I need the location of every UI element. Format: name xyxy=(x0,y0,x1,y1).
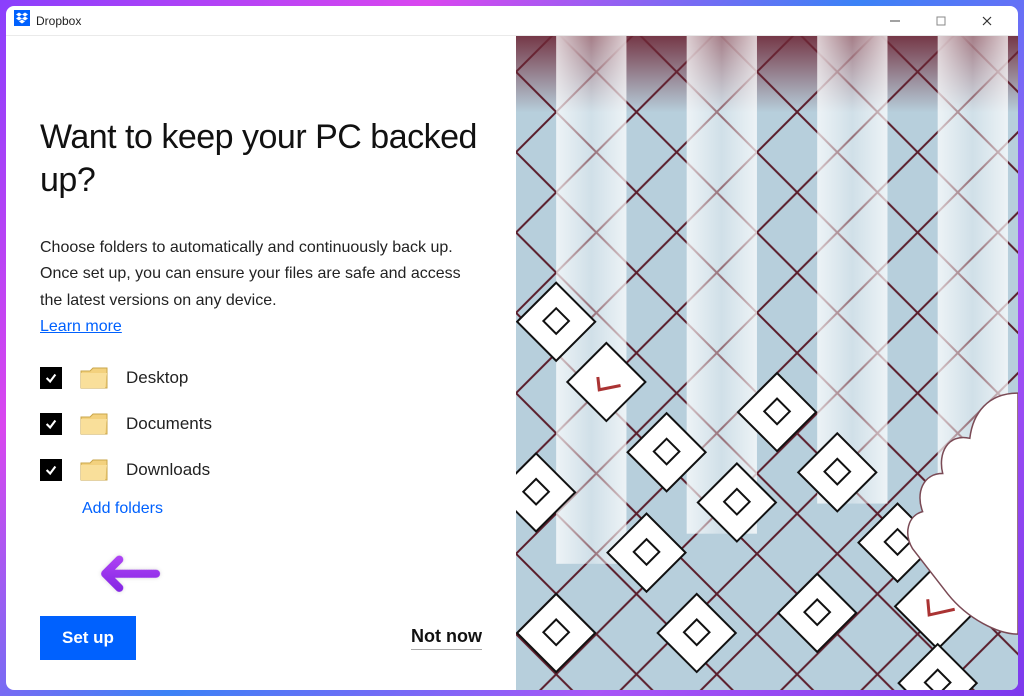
page-title: Want to keep your PC backed up? xyxy=(40,116,482,201)
dropbox-icon xyxy=(14,10,30,31)
close-button[interactable] xyxy=(964,6,1010,36)
add-folders-link[interactable]: Add folders xyxy=(82,500,482,518)
checkbox-documents[interactable] xyxy=(40,413,62,435)
title-bar: Dropbox xyxy=(6,6,1018,36)
window-title: Dropbox xyxy=(36,14,81,28)
folder-icon xyxy=(80,458,108,482)
annotation-arrow-icon xyxy=(82,531,170,619)
learn-more-link[interactable]: Learn more xyxy=(40,318,482,336)
folder-row-desktop: Desktop xyxy=(40,366,482,390)
maximize-button[interactable] xyxy=(918,6,964,36)
folder-row-documents: Documents xyxy=(40,412,482,436)
not-now-button[interactable]: Not now xyxy=(411,626,482,650)
folder-label: Desktop xyxy=(126,368,188,388)
page-description: Choose folders to automatically and cont… xyxy=(40,235,470,314)
folder-icon xyxy=(80,412,108,436)
checkbox-downloads[interactable] xyxy=(40,459,62,481)
checkbox-desktop[interactable] xyxy=(40,367,62,389)
folder-row-downloads: Downloads xyxy=(40,458,482,482)
minimize-button[interactable] xyxy=(872,6,918,36)
folder-list: Desktop Documents xyxy=(40,366,482,482)
folder-icon xyxy=(80,366,108,390)
left-panel: Want to keep your PC backed up? Choose f… xyxy=(6,36,516,690)
folder-label: Downloads xyxy=(126,460,210,480)
folder-label: Documents xyxy=(126,414,212,434)
setup-button[interactable]: Set up xyxy=(40,616,136,660)
decorative-illustration xyxy=(516,36,1018,690)
app-window: Dropbox Want to keep your PC backed up? … xyxy=(6,6,1018,690)
illustration-panel xyxy=(516,36,1018,690)
